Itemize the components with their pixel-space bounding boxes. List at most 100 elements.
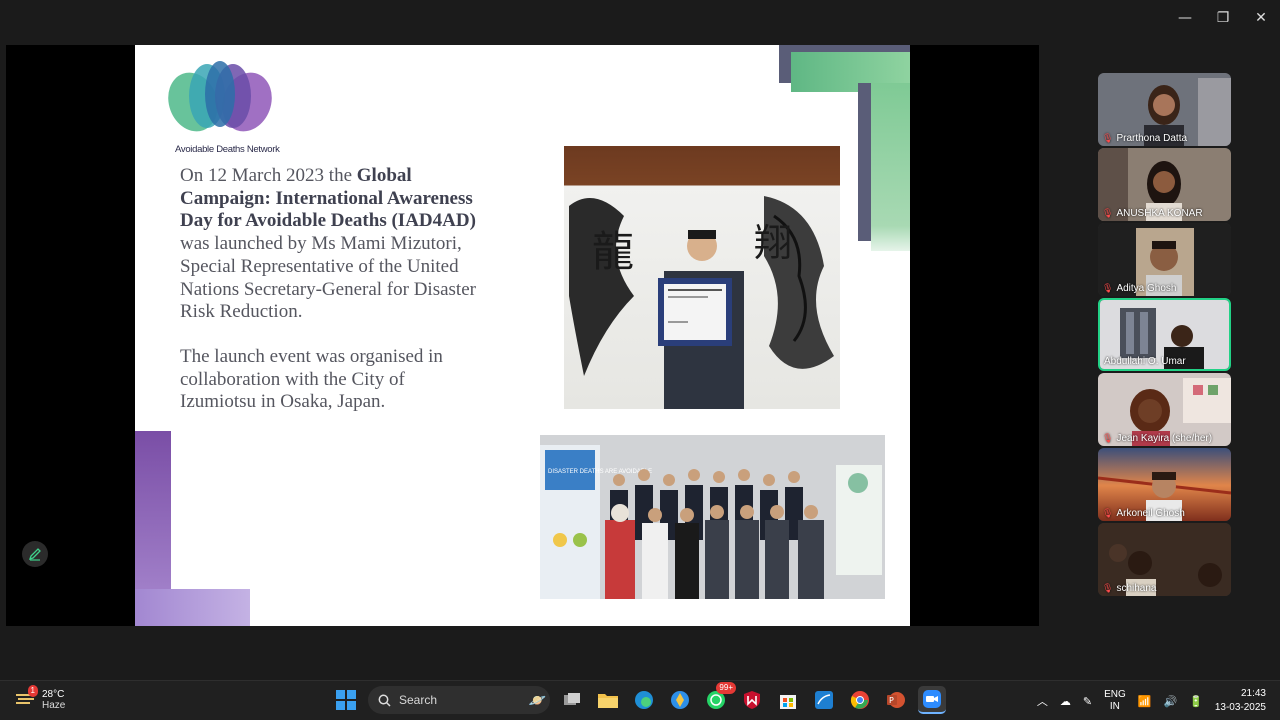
microsoft-store-button[interactable] [774, 686, 802, 714]
whatsapp-button[interactable]: 99+ [702, 682, 736, 714]
lotus-logo-icon [168, 61, 272, 132]
chrome-button[interactable] [846, 686, 874, 714]
edge-browser-button[interactable] [630, 686, 658, 714]
whatsapp-badge: 99+ [716, 682, 736, 694]
mic-muted-icon: 🎙 [1102, 133, 1114, 143]
pencil-icon [28, 548, 41, 561]
taskbar-search[interactable]: Search 🪐 [368, 686, 550, 714]
mcafee-button[interactable] [738, 686, 766, 714]
wifi-icon[interactable]: 📶 [1138, 695, 1152, 708]
weather-badge: 1 [27, 685, 38, 697]
participant-name-label: Arkoneil Ghosh [1116, 508, 1185, 519]
slide-paragraph-2: The launch event was organised in collab… [180, 345, 443, 413]
paragraph-text: was launched by Ms Mami Mizutori, Specia… [180, 233, 476, 323]
pinned-app-button[interactable] [666, 686, 694, 714]
onedrive-icon[interactable]: ☁ [1060, 695, 1071, 708]
powerpoint-button[interactable]: P [882, 686, 910, 714]
participant-tile[interactable]: 🎙 Arkoneil Ghosh [1098, 448, 1231, 521]
search-icon [378, 694, 391, 707]
clock-date: 13-03-2025 [1214, 702, 1266, 713]
powerpoint-icon: P [887, 692, 905, 708]
participant-name-label: ANUSHKA KONAR [1116, 208, 1203, 219]
windows-taskbar: 1 28°C Haze Search 🪐 99+ P ︿ ☁ ✎ ENG IN … [0, 680, 1280, 720]
participant-tile[interactable]: 🎙 Jean Kayira (she/her) [1098, 373, 1231, 446]
logo-text: Avoidable Deaths Network [175, 144, 280, 155]
mic-muted-icon: 🎙 [1102, 208, 1114, 218]
certificate-photo: 龍 翔 [564, 146, 840, 409]
search-highlight-icon: 🪐 [528, 691, 546, 708]
language-code: ENG [1104, 689, 1126, 700]
participant-name: 🎙 schihana [1102, 583, 1156, 594]
participant-name: 🎙 Prarthona Datta [1102, 133, 1187, 144]
presentation-slide: Avoidable Deaths Network On 12 March 202… [135, 45, 910, 626]
slide-body-text: On 12 March 2023 the Global Campaign: In… [180, 165, 480, 414]
mic-muted-icon: 🎙 [1102, 433, 1114, 443]
participant-name-label: Prarthona Datta [1116, 133, 1188, 144]
participant-name-label: Abdullahi O. Umar [1104, 356, 1186, 367]
participant-tile[interactable]: 🎙 Prarthona Datta [1098, 73, 1231, 146]
weather-description: Haze [42, 699, 66, 711]
slide-decoration [135, 589, 250, 626]
participant-name: 🎙 ANUSHKA KONAR [1102, 208, 1203, 219]
restore-button[interactable]: ❐ [1204, 0, 1242, 36]
edge-icon [635, 691, 653, 709]
participant-name-label: Aditya Ghosh [1116, 283, 1177, 294]
folder-icon [598, 694, 618, 708]
database-icon [815, 691, 833, 709]
volume-icon[interactable]: 🔊 [1163, 695, 1177, 708]
participant-tile[interactable]: 🎙 ANUSHKA KONAR [1098, 148, 1231, 221]
battery-icon[interactable]: 🔋 [1189, 695, 1203, 708]
svg-text:翔: 翔 [754, 221, 792, 265]
zoom-meeting-window: — ❐ ✕ Avoidable Deaths Network On 12 Mar… [0, 0, 1280, 720]
minimize-button[interactable]: — [1166, 0, 1204, 36]
paragraph-text: On 12 March 2023 the [180, 165, 357, 186]
participant-tile-active-speaker[interactable]: Abdullahi O. Umar [1098, 298, 1231, 371]
mic-muted-icon: 🎙 [1102, 283, 1114, 293]
store-icon [780, 695, 796, 709]
task-view-button[interactable] [558, 686, 586, 714]
chrome-icon [850, 691, 869, 709]
shield-icon [744, 691, 760, 709]
mic-muted-icon: 🎙 [1102, 508, 1114, 518]
language-indicator[interactable]: ENG IN [1104, 689, 1126, 713]
poster-text: DISASTER DEATHS ARE AVOIDABLE [548, 469, 652, 475]
group-photo: DISASTER DEATHS ARE AVOIDABLE [540, 435, 885, 599]
app-icon [671, 691, 689, 709]
slide-decoration [871, 83, 910, 251]
slide-decoration [858, 83, 871, 241]
file-explorer-button[interactable] [594, 686, 622, 714]
weather-icon: 1 [14, 685, 38, 712]
participant-name: 🎙 Arkoneil Ghosh [1102, 508, 1185, 519]
participant-tile[interactable]: 🎙 Aditya Ghosh [1098, 223, 1231, 296]
participant-name: 🎙 Jean Kayira (she/her) [1102, 433, 1212, 444]
search-label: Search [399, 693, 438, 707]
window-controls: — ❐ ✕ [1166, 0, 1280, 36]
mysql-workbench-button[interactable] [810, 686, 838, 714]
participant-tile[interactable]: 🎙 schihana [1098, 523, 1231, 596]
clock-time: 21:43 [1240, 688, 1266, 699]
avoidable-deaths-network-logo: Avoidable Deaths Network [165, 60, 280, 155]
task-view-icon [564, 693, 580, 705]
chevron-up-icon[interactable]: ︿ [1037, 693, 1048, 709]
system-tray: ︿ ☁ ✎ ENG IN 📶 🔊 🔋 21:43 13-03-2025 [1037, 681, 1280, 720]
system-clock[interactable]: 21:43 13-03-2025 [1215, 687, 1266, 715]
start-button[interactable] [332, 686, 360, 714]
annotate-button[interactable] [22, 541, 48, 567]
close-button[interactable]: ✕ [1242, 0, 1280, 36]
weather-temperature: 28°C [42, 688, 65, 700]
participant-name: 🎙 Aditya Ghosh [1102, 283, 1176, 294]
svg-text:P: P [889, 696, 894, 705]
svg-text:龍: 龍 [592, 227, 634, 276]
zoom-icon [923, 690, 941, 708]
participant-name-label: Jean Kayira (she/her) [1116, 433, 1213, 444]
zoom-button[interactable] [918, 686, 946, 714]
participant-name: Abdullahi O. Umar [1104, 356, 1186, 367]
slide-paragraph-1: On 12 March 2023 the Global Campaign: In… [180, 165, 480, 324]
pen-menu-icon[interactable]: ✎ [1083, 695, 1092, 708]
taskbar-apps: Search 🪐 99+ P [332, 682, 946, 714]
participant-name-label: schihana [1116, 583, 1157, 594]
mic-muted-icon: 🎙 [1102, 583, 1114, 593]
weather-widget[interactable]: 1 28°C Haze [14, 685, 66, 712]
region-code: IN [1109, 701, 1120, 712]
windows-logo-icon [336, 690, 356, 710]
